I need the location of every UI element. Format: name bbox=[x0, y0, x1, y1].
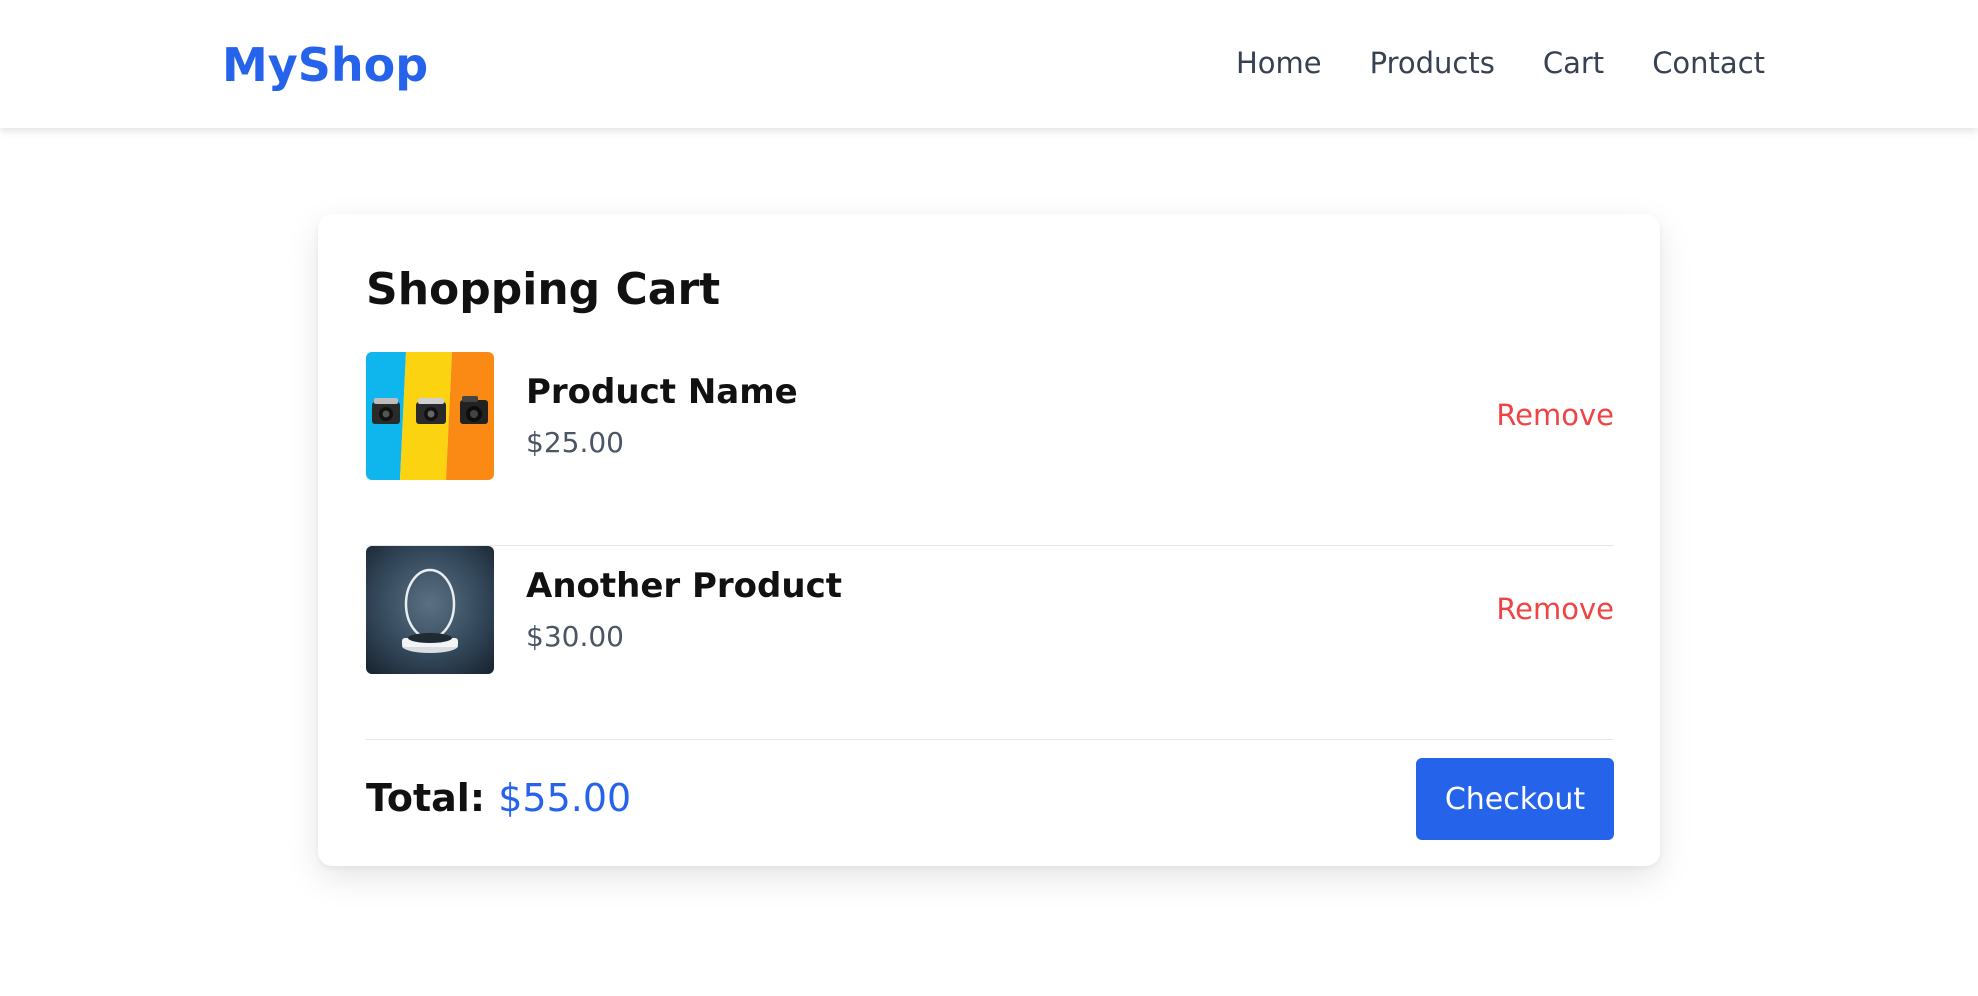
cart-card: Shopping Cart Product Name $25.00 Remove… bbox=[318, 214, 1660, 866]
cart-item: Product Name $25.00 Remove bbox=[366, 352, 1614, 546]
nav-link-cart[interactable]: Cart bbox=[1543, 46, 1604, 80]
total-label: Total: bbox=[366, 776, 486, 820]
nav-link-contact[interactable]: Contact bbox=[1652, 46, 1765, 80]
product-price: $25.00 bbox=[526, 426, 624, 459]
checkout-button[interactable]: Checkout bbox=[1416, 758, 1614, 840]
nav-link-products[interactable]: Products bbox=[1370, 46, 1495, 80]
product-image bbox=[366, 352, 494, 480]
cart-total-row: Total: $55.00 Checkout bbox=[366, 758, 1614, 840]
product-price: $30.00 bbox=[526, 620, 624, 653]
page-title: Shopping Cart bbox=[366, 264, 721, 315]
site-header: MyShop Home Products Cart Contact bbox=[0, 0, 1978, 128]
cameras-image-icon bbox=[366, 352, 494, 480]
brand-logo[interactable]: MyShop bbox=[222, 38, 428, 92]
ring-lamp-image-icon bbox=[366, 546, 494, 674]
product-name: Another Product bbox=[526, 566, 842, 606]
remove-button[interactable]: Remove bbox=[1496, 592, 1614, 626]
total-summary: Total: $55.00 bbox=[366, 776, 631, 820]
product-name: Product Name bbox=[526, 372, 798, 412]
nav-link-home[interactable]: Home bbox=[1236, 46, 1322, 80]
remove-button[interactable]: Remove bbox=[1496, 398, 1614, 432]
cart-item: Another Product $30.00 Remove bbox=[366, 546, 1614, 740]
main-nav: Home Products Cart Contact bbox=[1236, 46, 1765, 80]
product-image bbox=[366, 546, 494, 674]
total-value: $55.00 bbox=[498, 776, 632, 820]
